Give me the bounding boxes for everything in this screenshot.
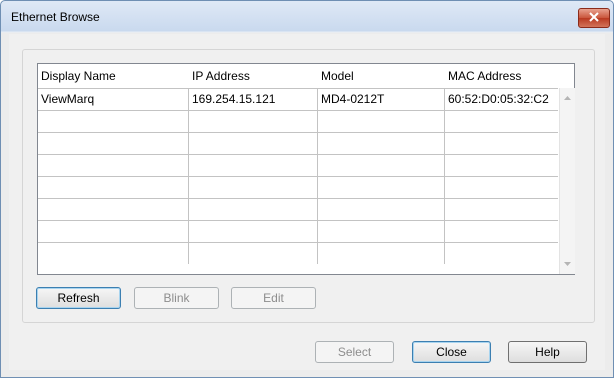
table-row[interactable]	[38, 176, 558, 198]
cell-display-name	[38, 133, 189, 154]
cell-mac-address	[445, 133, 558, 154]
cell-ip-address	[189, 221, 318, 242]
cell-model	[318, 133, 445, 154]
cell-display-name	[38, 177, 189, 198]
column-header-model[interactable]: Model	[318, 64, 445, 88]
edit-button[interactable]: Edit	[231, 287, 316, 309]
ethernet-browse-dialog: Ethernet Browse Display Name IP Address …	[0, 0, 614, 378]
cell-mac-address	[445, 155, 558, 176]
select-button[interactable]: Select	[315, 341, 394, 363]
device-list[interactable]: Display Name IP Address Model MAC Addres…	[37, 63, 575, 275]
refresh-button[interactable]: Refresh	[36, 287, 121, 309]
close-button[interactable]: Close	[412, 341, 491, 363]
cell-mac-address	[445, 221, 558, 242]
cell-ip-address	[189, 199, 318, 220]
cell-display-name	[38, 199, 189, 220]
vertical-scrollbar[interactable]	[559, 88, 575, 274]
cell-mac-address	[445, 177, 558, 198]
column-header-ip-address[interactable]: IP Address	[189, 64, 318, 88]
column-header-mac-address[interactable]: MAC Address	[445, 64, 559, 88]
table-row[interactable]	[38, 132, 558, 154]
cell-model	[318, 199, 445, 220]
cell-model	[318, 111, 445, 132]
cell-display-name	[38, 221, 189, 242]
cell-ip-address	[189, 111, 318, 132]
cell-mac-address	[445, 243, 558, 264]
cell-mac-address	[445, 111, 558, 132]
table-row[interactable]	[38, 220, 558, 242]
cell-ip-address	[189, 243, 318, 264]
cell-ip-address	[189, 155, 318, 176]
cell-mac-address: 60:52:D0:05:32:C2	[448, 92, 549, 106]
cell-ip-address	[189, 133, 318, 154]
table-row[interactable]	[38, 110, 558, 132]
help-button[interactable]: Help	[508, 341, 587, 363]
list-header: Display Name IP Address Model MAC Addres…	[38, 64, 574, 88]
dialog-body: Display Name IP Address Model MAC Addres…	[9, 34, 605, 370]
cell-mac-address	[445, 199, 558, 220]
cell-model	[318, 221, 445, 242]
blink-button[interactable]: Blink	[134, 287, 219, 309]
cell-model	[318, 177, 445, 198]
table-row[interactable]	[38, 242, 558, 264]
title-bar: Ethernet Browse	[1, 1, 613, 33]
scroll-up-arrow-icon	[564, 96, 571, 100]
table-row[interactable]	[38, 198, 558, 220]
cell-model: MD4-0212T	[318, 89, 445, 110]
scroll-down-arrow-icon	[564, 262, 571, 266]
table-row[interactable]	[38, 154, 558, 176]
device-group: Display Name IP Address Model MAC Addres…	[22, 49, 595, 323]
cell-model	[318, 243, 445, 264]
cell-display-name	[38, 243, 189, 264]
cell-display-name: ViewMarq	[38, 89, 189, 110]
cell-ip-address	[189, 177, 318, 198]
table-row[interactable]: ViewMarq 169.254.15.121 MD4-0212T 60:52:…	[38, 88, 558, 110]
window-title: Ethernet Browse	[11, 10, 100, 24]
column-header-display-name[interactable]: Display Name	[38, 64, 189, 88]
cell-display-name	[38, 155, 189, 176]
cell-ip-address: 169.254.15.121	[189, 89, 318, 110]
window-close-button[interactable]	[578, 8, 610, 28]
cell-model	[318, 155, 445, 176]
close-icon	[589, 12, 599, 22]
cell-display-name	[38, 111, 189, 132]
scrollbar-arrows	[564, 96, 571, 266]
